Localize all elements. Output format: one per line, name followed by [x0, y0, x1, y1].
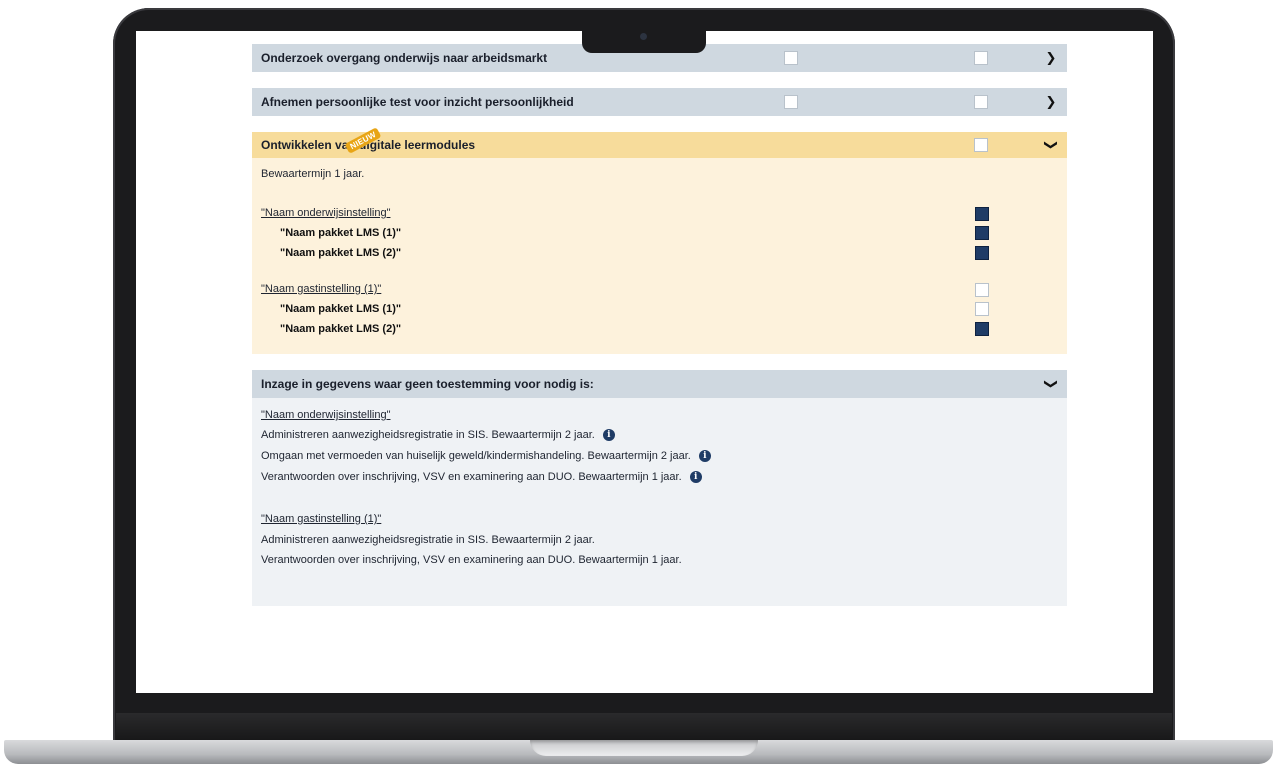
consent-checkbox[interactable]: [975, 283, 989, 297]
retention-text: Bewaartermijn 1 jaar.: [261, 168, 365, 180]
bottom-bezel: [116, 693, 1172, 713]
laptop-frame: Onderzoek overgang onderwijs naar arbeid…: [0, 0, 1277, 771]
chevron-down-icon[interactable]: ❯: [1043, 376, 1059, 392]
camera-icon: [640, 33, 647, 40]
row-persoonlijke-test[interactable]: Afnemen persoonlijke test voor inzicht p…: [252, 88, 1067, 116]
processing-line: Administreren aanwezigheidsregistratie i…: [261, 534, 595, 546]
consent-checkbox[interactable]: [975, 246, 989, 260]
chevron-right-icon[interactable]: ❯: [1043, 94, 1059, 110]
info-icon[interactable]: i: [602, 429, 615, 442]
package-label: "Naam pakket LMS (2)": [280, 323, 402, 335]
expanded-panel: Bewaartermijn 1 jaar. "Naam onderwijsins…: [252, 158, 1067, 354]
processing-text: Verantwoorden over inschrijving, VSV en …: [261, 471, 682, 483]
info-icon[interactable]: i: [689, 471, 702, 484]
processing-line: Omgaan met vermoeden van huiselijk gewel…: [261, 450, 711, 463]
consent-checkbox[interactable]: [975, 226, 989, 240]
row-title: Inzage in gegevens waar geen toestemming…: [261, 377, 594, 391]
consent-checkbox[interactable]: [974, 51, 988, 65]
processing-text: Administreren aanwezigheidsregistratie i…: [261, 429, 595, 441]
chevron-right-icon[interactable]: ❯: [1043, 50, 1059, 66]
institution-link[interactable]: "Naam gastinstelling (1)": [261, 283, 381, 295]
processing-line: Administreren aanwezigheidsregistratie i…: [261, 429, 615, 442]
consent-checkbox[interactable]: [975, 207, 989, 221]
package-label: "Naam pakket LMS (1)": [280, 227, 402, 239]
consent-checkbox[interactable]: [975, 302, 989, 316]
laptop-base-lip: [530, 740, 758, 756]
package-label: "Naam pakket LMS (1)": [280, 303, 402, 315]
screen: Onderzoek overgang onderwijs naar arbeid…: [136, 31, 1153, 693]
consent-checkbox[interactable]: [784, 95, 798, 109]
row-inzage[interactable]: Inzage in gegevens waar geen toestemming…: [252, 370, 1067, 398]
consent-checkbox[interactable]: [974, 95, 988, 109]
consent-checkbox[interactable]: [975, 322, 989, 336]
institution-link[interactable]: "Naam gastinstelling (1)": [261, 513, 381, 525]
consent-list: Onderzoek overgang onderwijs naar arbeid…: [252, 44, 1067, 606]
institution-link[interactable]: "Naam onderwijsinstelling": [261, 409, 390, 421]
inzage-panel: "Naam onderwijsinstelling" Administreren…: [252, 398, 1067, 606]
consent-checkbox[interactable]: [784, 51, 798, 65]
laptop-hinge: [116, 713, 1172, 743]
info-icon[interactable]: i: [698, 450, 711, 463]
processing-line: Verantwoorden over inschrijving, VSV en …: [261, 554, 682, 566]
processing-text: Omgaan met vermoeden van huiselijk gewel…: [261, 450, 691, 462]
package-label: "Naam pakket LMS (2)": [280, 247, 402, 259]
institution-link[interactable]: "Naam onderwijsinstelling": [261, 207, 390, 219]
chevron-down-icon[interactable]: ❯: [1043, 137, 1059, 153]
row-title: Onderzoek overgang onderwijs naar arbeid…: [261, 51, 548, 65]
row-title: Afnemen persoonlijke test voor inzicht p…: [261, 95, 574, 109]
consent-checkbox[interactable]: [974, 138, 988, 152]
processing-line: Verantwoorden over inschrijving, VSV en …: [261, 471, 702, 484]
